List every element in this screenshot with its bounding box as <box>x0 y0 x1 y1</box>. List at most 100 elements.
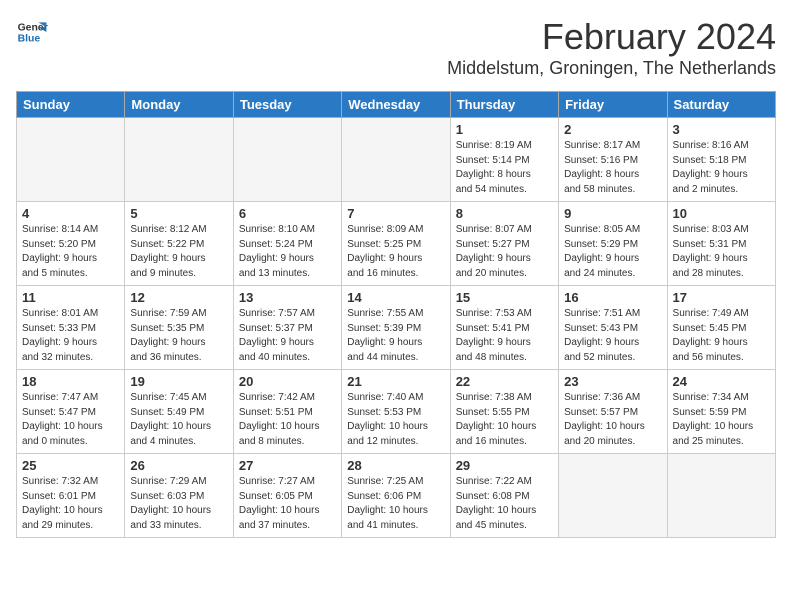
calendar-cell: 28Sunrise: 7:25 AM Sunset: 6:06 PM Dayli… <box>342 454 450 538</box>
header-thursday: Thursday <box>450 92 558 118</box>
day-info: Sunrise: 8:01 AM Sunset: 5:33 PM Dayligh… <box>22 307 119 365</box>
calendar-cell: 3 Sunrise: 8:16 AM Sunset: 5:18 PM Daylig… <box>667 118 775 202</box>
day-number: 10 <box>673 206 770 221</box>
header-wednesday: Wednesday <box>342 92 450 118</box>
calendar-title: February 2024 <box>447 16 776 58</box>
day-number: 20 <box>239 374 336 389</box>
calendar-cell: 23 Sunrise: 7:36 AM Sunset: 5:57 PM Dayli… <box>559 370 667 454</box>
day-number: 27 <box>239 458 336 473</box>
day-number: 26 <box>130 458 227 473</box>
day-number: 9 <box>564 206 661 221</box>
day-info: Sunrise: 7:38 AM Sunset: 5:55 PM Dayligh… <box>456 391 553 449</box>
day-info: Sunrise: 8:17 AM Sunset: 5:16 PM Dayligh… <box>564 139 661 197</box>
day-info: Sunrise: 7:40 AM Sunset: 5:53 PM Dayligh… <box>347 391 444 449</box>
calendar-cell: 20Sunrise: 7:42 AM Sunset: 5:51 PM Dayli… <box>233 370 341 454</box>
calendar-cell: 17 Sunrise: 7:49 AM Sunset: 5:45 PM Dayli… <box>667 286 775 370</box>
day-number: 3 <box>673 122 770 137</box>
day-info: Sunrise: 7:34 AM Sunset: 5:59 PM Dayligh… <box>673 391 770 449</box>
calendar-week-row: 11 Sunrise: 8:01 AM Sunset: 5:33 PM Dayli… <box>17 286 776 370</box>
calendar-cell: 22Sunrise: 7:38 AM Sunset: 5:55 PM Dayli… <box>450 370 558 454</box>
day-info: Sunrise: 7:55 AM Sunset: 5:39 PM Dayligh… <box>347 307 444 365</box>
calendar-cell <box>125 118 233 202</box>
day-number: 12 <box>130 290 227 305</box>
day-number: 8 <box>456 206 553 221</box>
calendar-cell: 19 Sunrise: 7:45 AM Sunset: 5:49 PM Dayli… <box>125 370 233 454</box>
calendar-cell: 24 Sunrise: 7:34 AM Sunset: 5:59 PM Dayli… <box>667 370 775 454</box>
day-number: 21 <box>347 374 444 389</box>
day-info: Sunrise: 7:29 AM Sunset: 6:03 PM Dayligh… <box>130 475 227 533</box>
day-info: Sunrise: 8:10 AM Sunset: 5:24 PM Dayligh… <box>239 223 336 281</box>
calendar-cell: 11 Sunrise: 8:01 AM Sunset: 5:33 PM Dayli… <box>17 286 125 370</box>
calendar-cell: 16 Sunrise: 7:51 AM Sunset: 5:43 PM Dayli… <box>559 286 667 370</box>
calendar-cell: 2 Sunrise: 8:17 AM Sunset: 5:16 PM Daylig… <box>559 118 667 202</box>
calendar-cell: 1Sunrise: 8:19 AM Sunset: 5:14 PM Daylig… <box>450 118 558 202</box>
calendar-cell: 4Sunrise: 8:14 AM Sunset: 5:20 PM Daylig… <box>17 202 125 286</box>
logo: General Blue <box>16 16 48 48</box>
days-header-row: Sunday Monday Tuesday Wednesday Thursday… <box>17 92 776 118</box>
day-number: 24 <box>673 374 770 389</box>
calendar-cell: 13 Sunrise: 7:57 AM Sunset: 5:37 PM Dayli… <box>233 286 341 370</box>
calendar-cell: 12 Sunrise: 7:59 AM Sunset: 5:35 PM Dayli… <box>125 286 233 370</box>
day-number: 5 <box>130 206 227 221</box>
page-header: General Blue February 2024 Middelstum, G… <box>16 16 776 79</box>
day-info: Sunrise: 8:16 AM Sunset: 5:18 PM Dayligh… <box>673 139 770 197</box>
day-info: Sunrise: 8:07 AM Sunset: 5:27 PM Dayligh… <box>456 223 553 281</box>
day-info: Sunrise: 8:09 AM Sunset: 5:25 PM Dayligh… <box>347 223 444 281</box>
day-info: Sunrise: 7:32 AM Sunset: 6:01 PM Dayligh… <box>22 475 119 533</box>
calendar-week-row: 1Sunrise: 8:19 AM Sunset: 5:14 PM Daylig… <box>17 118 776 202</box>
calendar-cell <box>17 118 125 202</box>
calendar-week-row: 4Sunrise: 8:14 AM Sunset: 5:20 PM Daylig… <box>17 202 776 286</box>
day-number: 18 <box>22 374 119 389</box>
calendar-cell: 25Sunrise: 7:32 AM Sunset: 6:01 PM Dayli… <box>17 454 125 538</box>
day-info: Sunrise: 7:53 AM Sunset: 5:41 PM Dayligh… <box>456 307 553 365</box>
day-number: 16 <box>564 290 661 305</box>
day-info: Sunrise: 7:22 AM Sunset: 6:08 PM Dayligh… <box>456 475 553 533</box>
day-info: Sunrise: 8:14 AM Sunset: 5:20 PM Dayligh… <box>22 223 119 281</box>
calendar-cell: 18 Sunrise: 7:47 AM Sunset: 5:47 PM Dayli… <box>17 370 125 454</box>
calendar-cell: 26 Sunrise: 7:29 AM Sunset: 6:03 PM Dayli… <box>125 454 233 538</box>
day-number: 29 <box>456 458 553 473</box>
calendar-table: Sunday Monday Tuesday Wednesday Thursday… <box>16 91 776 538</box>
calendar-subtitle: Middelstum, Groningen, The Netherlands <box>447 58 776 79</box>
calendar-cell <box>233 118 341 202</box>
day-number: 17 <box>673 290 770 305</box>
calendar-week-row: 18 Sunrise: 7:47 AM Sunset: 5:47 PM Dayli… <box>17 370 776 454</box>
day-number: 19 <box>130 374 227 389</box>
logo-icon: General Blue <box>16 16 48 48</box>
day-number: 23 <box>564 374 661 389</box>
header-friday: Friday <box>559 92 667 118</box>
day-info: Sunrise: 7:57 AM Sunset: 5:37 PM Dayligh… <box>239 307 336 365</box>
day-number: 1 <box>456 122 553 137</box>
calendar-cell: 7 Sunrise: 8:09 AM Sunset: 5:25 PM Daylig… <box>342 202 450 286</box>
day-number: 13 <box>239 290 336 305</box>
day-info: Sunrise: 7:51 AM Sunset: 5:43 PM Dayligh… <box>564 307 661 365</box>
day-info: Sunrise: 8:12 AM Sunset: 5:22 PM Dayligh… <box>130 223 227 281</box>
day-number: 14 <box>347 290 444 305</box>
calendar-cell: 15Sunrise: 7:53 AM Sunset: 5:41 PM Dayli… <box>450 286 558 370</box>
day-info: Sunrise: 7:47 AM Sunset: 5:47 PM Dayligh… <box>22 391 119 449</box>
calendar-cell: 29 Sunrise: 7:22 AM Sunset: 6:08 PM Dayli… <box>450 454 558 538</box>
calendar-cell: 14 Sunrise: 7:55 AM Sunset: 5:39 PM Dayli… <box>342 286 450 370</box>
day-info: Sunrise: 7:25 AM Sunset: 6:06 PM Dayligh… <box>347 475 444 533</box>
day-info: Sunrise: 8:05 AM Sunset: 5:29 PM Dayligh… <box>564 223 661 281</box>
header-tuesday: Tuesday <box>233 92 341 118</box>
title-section: February 2024 Middelstum, Groningen, The… <box>447 16 776 79</box>
day-info: Sunrise: 7:59 AM Sunset: 5:35 PM Dayligh… <box>130 307 227 365</box>
day-number: 11 <box>22 290 119 305</box>
header-monday: Monday <box>125 92 233 118</box>
day-number: 7 <box>347 206 444 221</box>
calendar-cell: 9 Sunrise: 8:05 AM Sunset: 5:29 PM Daylig… <box>559 202 667 286</box>
day-number: 6 <box>239 206 336 221</box>
calendar-cell: 5 Sunrise: 8:12 AM Sunset: 5:22 PM Daylig… <box>125 202 233 286</box>
day-number: 2 <box>564 122 661 137</box>
calendar-cell: 27 Sunrise: 7:27 AM Sunset: 6:05 PM Dayli… <box>233 454 341 538</box>
calendar-cell: 21 Sunrise: 7:40 AM Sunset: 5:53 PM Dayli… <box>342 370 450 454</box>
day-info: Sunrise: 7:45 AM Sunset: 5:49 PM Dayligh… <box>130 391 227 449</box>
calendar-cell: 6 Sunrise: 8:10 AM Sunset: 5:24 PM Daylig… <box>233 202 341 286</box>
header-saturday: Saturday <box>667 92 775 118</box>
day-info: Sunrise: 7:27 AM Sunset: 6:05 PM Dayligh… <box>239 475 336 533</box>
day-info: Sunrise: 7:49 AM Sunset: 5:45 PM Dayligh… <box>673 307 770 365</box>
day-info: Sunrise: 7:36 AM Sunset: 5:57 PM Dayligh… <box>564 391 661 449</box>
calendar-cell: 8 Sunrise: 8:07 AM Sunset: 5:27 PM Daylig… <box>450 202 558 286</box>
calendar-cell <box>342 118 450 202</box>
